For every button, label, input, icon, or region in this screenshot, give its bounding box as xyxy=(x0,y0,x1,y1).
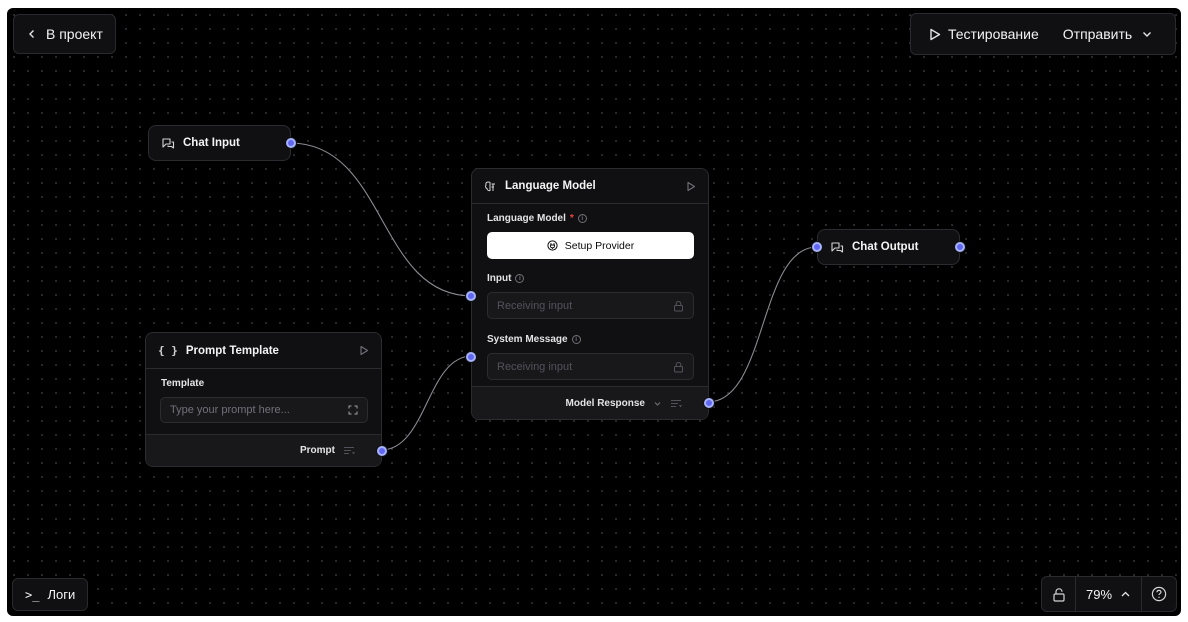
play-icon[interactable] xyxy=(686,181,696,192)
help-icon xyxy=(1151,586,1167,602)
template-input[interactable]: Type your prompt here... xyxy=(160,397,368,423)
chat-input-output-handle[interactable] xyxy=(286,138,296,148)
top-actions: Тестирование Отправить xyxy=(910,13,1176,55)
send-button-label: Отправить xyxy=(1062,26,1133,42)
prompt-output-handle[interactable] xyxy=(377,446,387,456)
list-icon[interactable] xyxy=(670,399,682,408)
braces-icon: { } xyxy=(158,344,178,357)
edge-model-response-to-chat-output[interactable] xyxy=(707,246,818,403)
plug-icon xyxy=(547,240,558,251)
chat-bubble-icon xyxy=(161,137,175,150)
system-message-field[interactable]: Receiving input xyxy=(487,353,694,380)
system-message-handle[interactable] xyxy=(466,352,476,362)
info-icon[interactable]: i xyxy=(515,274,525,283)
prompt-template-title: Prompt Template xyxy=(185,344,279,357)
setup-provider-button[interactable]: Setup Provider xyxy=(487,232,694,259)
lock-icon xyxy=(673,361,684,373)
model-field-label: Language Model * i xyxy=(487,213,587,224)
flow-canvas[interactable]: В проект Тестирование Отправить Chat Inp… xyxy=(7,8,1181,616)
list-icon[interactable] xyxy=(343,446,355,455)
info-icon[interactable]: i xyxy=(577,214,587,223)
setup-provider-label: Setup Provider xyxy=(564,239,635,252)
model-input-field[interactable]: Receiving input xyxy=(487,292,694,319)
brain-icon xyxy=(484,180,497,193)
send-button[interactable]: Отправить xyxy=(1051,14,1163,54)
info-icon[interactable]: i xyxy=(571,335,581,344)
zoom-control[interactable]: 79% xyxy=(1076,577,1142,611)
zoom-level: 79% xyxy=(1085,586,1113,602)
lock-icon xyxy=(1052,587,1066,602)
input-placeholder: Receiving input xyxy=(497,299,573,312)
lock-icon xyxy=(673,300,684,312)
chevron-up-icon xyxy=(1120,589,1131,600)
test-button[interactable]: Тестирование xyxy=(911,14,1051,54)
lock-toggle[interactable] xyxy=(1042,577,1076,611)
template-field-label: Template xyxy=(161,378,205,389)
chat-output-node[interactable]: Chat Output xyxy=(812,229,965,265)
chat-input-title: Chat Input xyxy=(183,137,240,149)
terminal-icon: >_ xyxy=(25,587,40,602)
system-message-label: System Message i xyxy=(487,334,581,345)
input-field-label: Input i xyxy=(487,273,525,284)
model-footer: Model Response xyxy=(472,386,708,419)
chevron-down-icon[interactable] xyxy=(653,399,662,408)
prompt-output-label: Prompt xyxy=(300,445,335,456)
logs-button-label: Логи xyxy=(47,587,76,602)
chat-output-title: Chat Output xyxy=(852,241,919,253)
template-placeholder: Type your prompt here... xyxy=(170,404,290,416)
logs-button[interactable]: >_ Логи xyxy=(12,578,89,611)
prompt-template-node[interactable]: { } Prompt Template Template Type your p… xyxy=(145,332,387,467)
chevron-left-icon xyxy=(26,28,38,40)
edge-prompt-to-system-message[interactable] xyxy=(380,355,473,451)
expand-icon[interactable] xyxy=(348,405,358,415)
language-model-title: Language Model xyxy=(505,180,596,192)
chat-bubble-icon xyxy=(830,241,844,254)
help-button[interactable] xyxy=(1142,577,1176,611)
system-placeholder: Receiving input xyxy=(497,360,573,373)
chat-output-input-handle[interactable] xyxy=(812,242,822,252)
play-icon[interactable] xyxy=(359,345,369,356)
model-response-label[interactable]: Model Response xyxy=(566,398,645,409)
chat-output-output-handle[interactable] xyxy=(955,242,965,252)
prompt-template-footer: Prompt xyxy=(146,434,381,466)
model-response-handle[interactable] xyxy=(704,398,714,408)
edge-chat-input-to-model-input[interactable] xyxy=(289,142,473,297)
play-icon xyxy=(929,28,941,41)
back-button-label: В проект xyxy=(46,26,103,42)
back-to-project-button[interactable]: В проект xyxy=(13,14,116,54)
model-input-handle[interactable] xyxy=(466,291,476,301)
language-model-node[interactable]: Language Model Language Model * i Setup P… xyxy=(466,168,714,420)
test-button-label: Тестирование xyxy=(948,26,1039,42)
chat-input-node[interactable]: Chat Input xyxy=(148,125,296,161)
chevron-down-icon xyxy=(1141,28,1153,40)
canvas-controls: 79% xyxy=(1041,576,1177,612)
